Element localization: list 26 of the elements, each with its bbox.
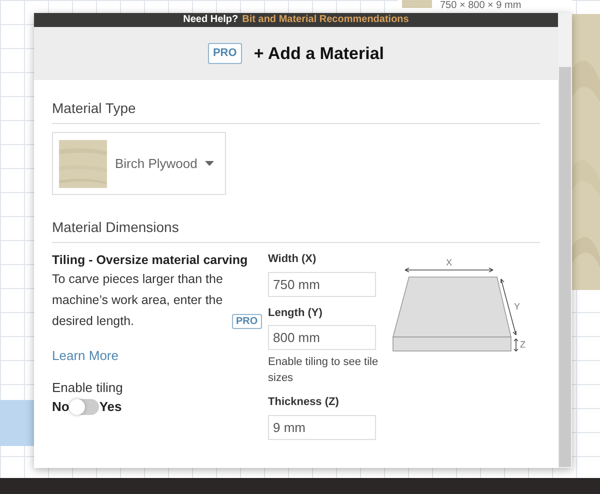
field-label: Thickness (Z) xyxy=(268,395,340,410)
tiling-hint: Enable tiling to see tile sizes xyxy=(268,355,380,386)
field-label: Length (Y) xyxy=(268,306,324,320)
tiling-title: Tiling - Oversize material carving xyxy=(52,252,249,269)
yes-label: Yes xyxy=(99,398,122,416)
dimension-input[interactable]: 800 mm xyxy=(268,325,376,350)
learn-more-link[interactable]: Learn More xyxy=(52,346,268,366)
enable-tiling-label: Enable tiling xyxy=(52,378,124,397)
help-label: Need Help? xyxy=(183,14,238,26)
canvas-panel xyxy=(0,400,34,446)
material-type-heading: Material Type xyxy=(52,98,540,124)
dimension-input[interactable]: 750 mm xyxy=(268,272,376,296)
dimension-input[interactable]: 9 mm xyxy=(268,414,376,440)
pro-badge: PRO xyxy=(208,43,242,64)
field-label: Width (X) xyxy=(268,252,318,267)
tiling-description: To carve pieces larger than the machine’s work area, enter the desired length. xyxy=(52,271,224,330)
dimensions-heading: Material Dimensions xyxy=(52,217,540,243)
dialog-title: + Add a Material xyxy=(254,42,384,65)
material-size-label: 750 × 800 × 9 mm xyxy=(440,0,522,11)
scrollbar[interactable] xyxy=(558,13,572,468)
recommendations-link[interactable]: Bit and Material Recommendations xyxy=(242,14,409,26)
caret-icon xyxy=(205,160,214,166)
no-label: No xyxy=(52,398,70,416)
pro-badge: PRO xyxy=(232,314,262,329)
tiling-toggle[interactable] xyxy=(69,398,100,415)
material-dropdown[interactable]: Birch Plywood xyxy=(52,132,226,195)
